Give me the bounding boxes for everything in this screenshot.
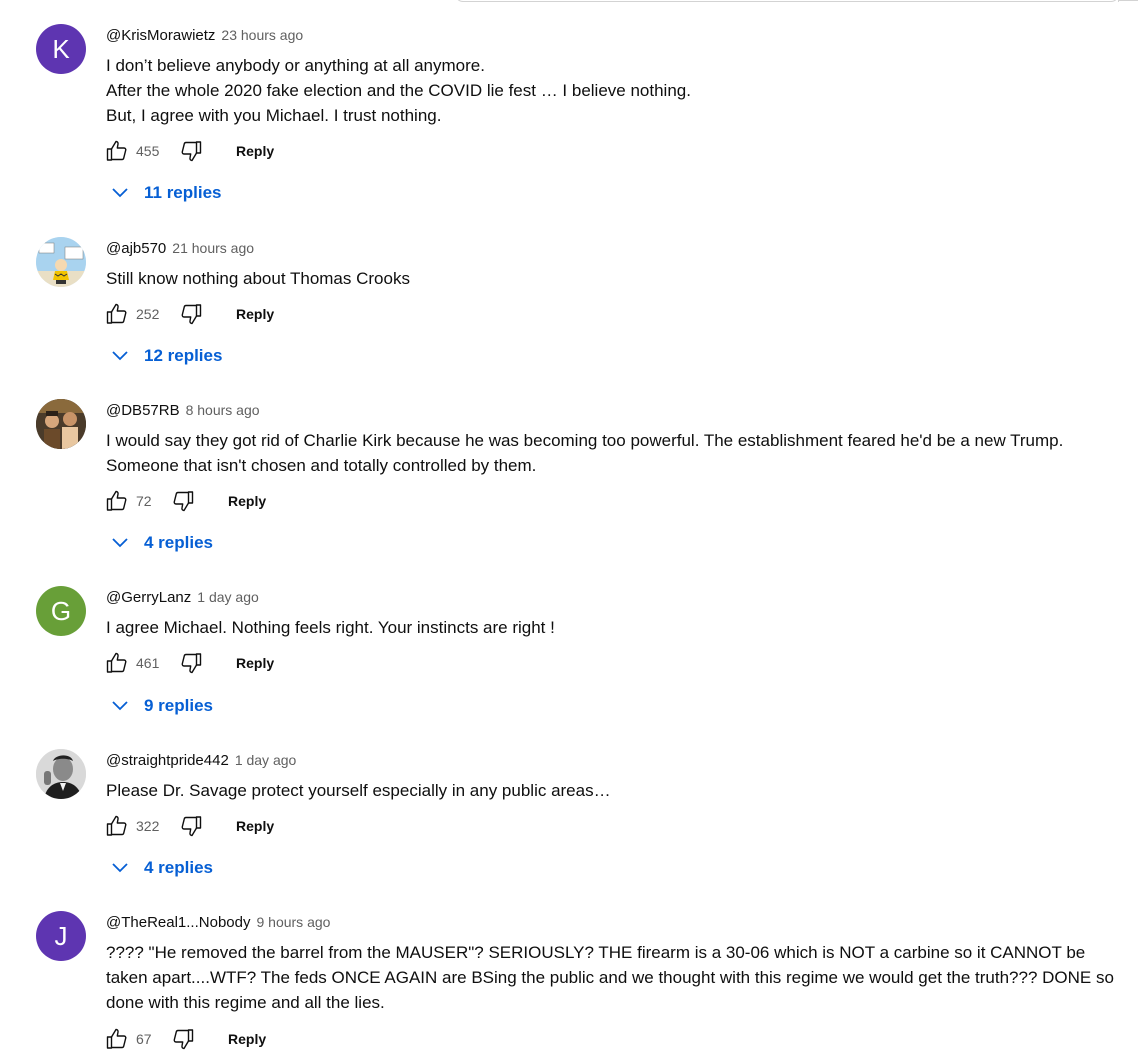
reply-button[interactable]: Reply	[236, 143, 274, 159]
comment-header: @KrisMorawietz 23 hours ago	[106, 27, 303, 45]
like-count: 72	[136, 493, 152, 509]
cartoon-avatar-image	[36, 237, 86, 287]
view-replies-button[interactable]: 9 replies	[110, 694, 213, 718]
thumbs-up-icon	[106, 652, 127, 673]
portrait-avatar-image	[36, 749, 86, 799]
dislike-button[interactable]	[178, 813, 204, 839]
dislike-button[interactable]	[178, 301, 204, 327]
dislike-button[interactable]	[170, 488, 196, 514]
view-replies-button[interactable]: 4 replies	[110, 856, 213, 880]
comment-time[interactable]: 9 hours ago	[256, 914, 330, 930]
search-box-edge	[455, 0, 1119, 2]
thumbs-up-icon	[106, 815, 127, 836]
comment-time[interactable]: 1 day ago	[235, 752, 297, 768]
chevron-down-icon	[110, 183, 130, 203]
comment-time[interactable]: 21 hours ago	[172, 240, 254, 256]
reply-button[interactable]: Reply	[228, 1031, 266, 1047]
comment-text: I don’t believe anybody or anything at a…	[106, 56, 691, 125]
thumbs-up-icon	[106, 490, 127, 511]
view-replies-button[interactable]: 12 replies	[110, 344, 222, 368]
view-replies-button[interactable]: 11 replies	[110, 181, 222, 205]
comment-text: Still know nothing about Thomas Crooks	[106, 269, 410, 288]
thumbs-down-icon	[181, 304, 202, 325]
comment-author[interactable]: @KrisMorawietz	[106, 27, 215, 44]
comment-author[interactable]: @GerryLanz	[106, 589, 191, 606]
replies-count: 12 replies	[144, 346, 223, 365]
avatar[interactable]: G	[36, 586, 86, 636]
thumbs-down-icon	[181, 653, 202, 674]
reply-button[interactable]: Reply	[236, 818, 274, 834]
avatar[interactable]	[36, 749, 86, 799]
like-count: 461	[136, 655, 160, 671]
thumbs-down-icon	[173, 491, 194, 512]
comment-author[interactable]: @TheReal1...Nobody	[106, 914, 250, 931]
like-button[interactable]	[104, 488, 130, 514]
avatar-letter: K	[52, 33, 70, 64]
comment-time[interactable]: 23 hours ago	[221, 27, 303, 43]
chevron-down-icon	[110, 533, 130, 553]
like-count: 252	[136, 306, 160, 322]
like-button[interactable]	[104, 301, 130, 327]
replies-count: 11 replies	[144, 183, 222, 202]
comment-time[interactable]: 8 hours ago	[186, 402, 260, 418]
thumbs-down-icon	[173, 1029, 194, 1050]
thumbs-up-icon	[106, 1028, 127, 1049]
avatar[interactable]	[36, 399, 86, 449]
avatar-letter: J	[54, 920, 68, 951]
dislike-button[interactable]	[178, 138, 204, 164]
like-button[interactable]	[104, 1026, 130, 1052]
avatar[interactable]: K	[36, 24, 86, 74]
search-button-edge	[1118, 0, 1138, 2]
thumbs-up-icon	[106, 303, 127, 324]
comment-text: I agree Michael. Nothing feels right. Yo…	[106, 618, 555, 637]
comment-header: @straightpride442 1 day ago	[106, 752, 296, 770]
replies-count: 9 replies	[144, 696, 213, 715]
comment-text: ???? "He removed the barrel from the MAU…	[106, 943, 1114, 1012]
comment-author[interactable]: @ajb570	[106, 240, 166, 257]
avatar[interactable]: J	[36, 911, 86, 961]
reply-button[interactable]: Reply	[236, 306, 274, 322]
like-count: 67	[136, 1031, 152, 1047]
replies-count: 4 replies	[144, 533, 213, 552]
comment-header: @ajb570 21 hours ago	[106, 240, 254, 258]
comment-author[interactable]: @DB57RB	[106, 402, 180, 419]
avatar[interactable]	[36, 237, 86, 287]
like-count: 322	[136, 818, 160, 834]
dislike-button[interactable]	[170, 1026, 196, 1052]
comment-header: @TheReal1...Nobody 9 hours ago	[106, 914, 330, 932]
comment-text: Please Dr. Savage protect yourself espec…	[106, 781, 611, 800]
thumbs-down-icon	[181, 141, 202, 162]
chevron-down-icon	[110, 858, 130, 878]
reply-button[interactable]: Reply	[236, 655, 274, 671]
comment-header: @DB57RB 8 hours ago	[106, 402, 260, 420]
chevron-down-icon	[110, 346, 130, 366]
comment-header: @GerryLanz 1 day ago	[106, 589, 259, 607]
replies-count: 4 replies	[144, 858, 213, 877]
dislike-button[interactable]	[178, 650, 204, 676]
thumbs-down-icon	[181, 816, 202, 837]
like-button[interactable]	[104, 813, 130, 839]
view-replies-button[interactable]: 4 replies	[110, 531, 213, 555]
chevron-down-icon	[110, 696, 130, 716]
like-count: 455	[136, 143, 160, 159]
reply-button[interactable]: Reply	[228, 493, 266, 509]
thumbs-up-icon	[106, 140, 127, 161]
comment-author[interactable]: @straightpride442	[106, 752, 229, 769]
photo-avatar-image	[36, 399, 86, 449]
comment-time[interactable]: 1 day ago	[197, 589, 259, 605]
avatar-letter: G	[50, 595, 72, 626]
like-button[interactable]	[104, 138, 130, 164]
like-button[interactable]	[104, 650, 130, 676]
comment-text: I would say they got rid of Charlie Kirk…	[106, 431, 1064, 475]
